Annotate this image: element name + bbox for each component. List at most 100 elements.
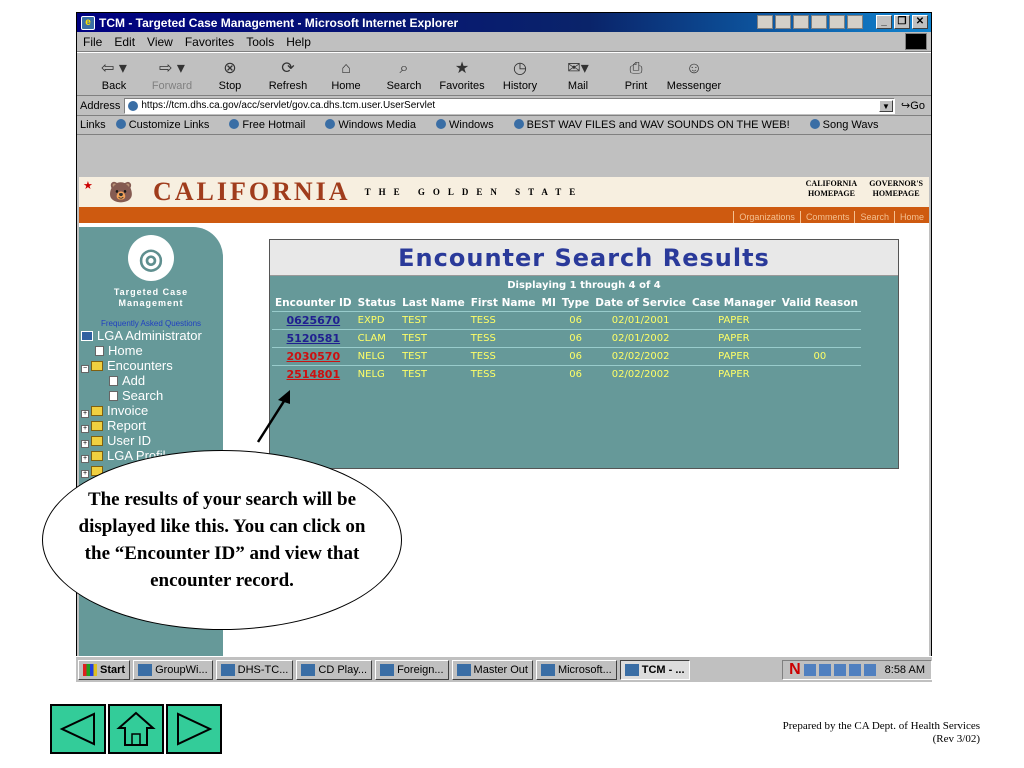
tray-icon[interactable]	[863, 663, 876, 676]
collapse-icon[interactable]: −	[81, 365, 89, 373]
nav-search[interactable]: Search	[854, 211, 894, 223]
open-folder-icon	[91, 361, 103, 371]
user-icon	[81, 331, 93, 341]
tray-icon[interactable]	[803, 663, 816, 676]
task-microsoft[interactable]: Microsoft...	[535, 659, 617, 680]
status-cell: NELG	[357, 351, 385, 362]
messenger-icon: ☺	[685, 60, 703, 77]
faq-link[interactable]: Frequently Asked Questions	[79, 319, 223, 328]
next-slide-button[interactable]	[166, 704, 222, 754]
link-windows-media[interactable]: Windows Media	[325, 119, 426, 131]
tray-icon[interactable]	[848, 663, 861, 676]
tray-icon[interactable]	[818, 663, 831, 676]
tree-item-admin[interactable]: LGA Administrator	[81, 328, 223, 343]
window-title: TCM - Targeted Case Management - Microso…	[99, 15, 459, 30]
link-windows[interactable]: Windows	[436, 119, 504, 131]
print-button[interactable]: ⎙ Print	[607, 58, 665, 95]
tray-app-icon[interactable]	[757, 15, 773, 29]
valid-reason-cell	[779, 366, 861, 384]
home-slide-button[interactable]	[108, 704, 164, 754]
tree-item-add[interactable]: Add	[81, 373, 223, 388]
tree-item-encounters[interactable]: − Encounters	[81, 358, 223, 373]
link-customize[interactable]: Customize Links	[115, 119, 220, 131]
history-button[interactable]: ◷ History	[491, 58, 549, 95]
expand-icon[interactable]: +	[81, 455, 89, 463]
tree-item-home[interactable]: Home	[81, 343, 223, 358]
callout-text: The results of your search will be displ…	[78, 489, 366, 591]
menu-tools[interactable]: Tools	[246, 35, 274, 49]
tray-app-icon[interactable]	[775, 15, 791, 29]
link-wav-files[interactable]: BEST WAV FILES and WAV SOUNDS ON THE WEB…	[513, 119, 800, 131]
nav-home[interactable]: Home	[893, 211, 929, 223]
california-homepage-link[interactable]: CALIFORNIA HOMEPAGE	[806, 179, 858, 199]
tree-item-report[interactable]: + Report	[81, 418, 223, 433]
encounter-id-link[interactable]: 0625670	[287, 314, 341, 327]
mi-cell	[539, 330, 559, 348]
menu-view[interactable]: View	[147, 35, 173, 49]
menu-file[interactable]: File	[83, 35, 102, 49]
favorites-button[interactable]: ★ Favorites	[433, 58, 491, 95]
nav-comments[interactable]: Comments	[799, 211, 855, 223]
close-button[interactable]: ✕	[912, 15, 928, 29]
col-last-name: Last Name	[402, 297, 465, 309]
link-hotmail[interactable]: Free Hotmail	[229, 119, 315, 131]
tray-icon[interactable]	[833, 663, 846, 676]
first-name-cell: TESS	[470, 351, 496, 362]
taskbar: Start GroupWi... DHS-TC... CD Play... Fo…	[76, 656, 932, 682]
ie-icon: e	[81, 15, 95, 30]
title-bar: e TCM - Targeted Case Management - Micro…	[77, 13, 931, 32]
tree-item-userid[interactable]: + User ID	[81, 433, 223, 448]
stop-icon: ⊗	[223, 60, 237, 77]
menu-edit[interactable]: Edit	[114, 35, 135, 49]
address-input[interactable]: https://tcm.dhs.ca.gov/acc/servlet/gov.c…	[124, 97, 895, 114]
status-cell: CLAM	[357, 333, 386, 344]
chevron-down-icon[interactable]: ▼	[879, 99, 893, 112]
expand-icon[interactable]: +	[81, 440, 89, 448]
task-groupwise[interactable]: GroupWi...	[133, 659, 213, 680]
task-dhs-tcm[interactable]: DHS-TC...	[215, 659, 294, 680]
tree-item-invoice[interactable]: + Invoice	[81, 403, 223, 418]
maximize-button[interactable]: ❐	[894, 15, 910, 29]
history-icon: ◷	[513, 60, 527, 77]
menu-help[interactable]: Help	[286, 35, 311, 49]
tray-app-icon[interactable]	[811, 15, 827, 29]
home-button[interactable]: ⌂ Home	[317, 58, 375, 95]
search-button[interactable]: ⌕ Search	[375, 58, 433, 95]
task-master-outline[interactable]: Master Out	[451, 659, 533, 680]
link-song-wavs[interactable]: Song Wavs	[809, 119, 889, 131]
task-foreign[interactable]: Foreign...	[375, 659, 449, 680]
encounter-id-link[interactable]: 2030570	[287, 350, 341, 363]
forward-button[interactable]: ⇨ ▾ Forward	[143, 58, 201, 95]
back-button[interactable]: ⇦ ▾ Back	[85, 58, 143, 95]
stop-button[interactable]: ⊗ Stop	[201, 58, 259, 95]
go-button[interactable]: ↪Go	[895, 99, 931, 112]
task-cd-player[interactable]: CD Play...	[296, 659, 373, 680]
start-button[interactable]: Start	[78, 659, 131, 680]
col-type: Type	[561, 297, 590, 309]
refresh-button[interactable]: ⟳ Refresh	[259, 58, 317, 95]
governors-homepage-link[interactable]: GOVERNOR'S HOMEPAGE	[869, 179, 923, 199]
tray-app-icon[interactable]	[829, 15, 845, 29]
expand-icon[interactable]: +	[81, 425, 89, 433]
expand-icon[interactable]: +	[81, 410, 89, 418]
tray-app-icon[interactable]	[793, 15, 809, 29]
tray-app-icon[interactable]	[847, 15, 863, 29]
link-icon	[513, 119, 524, 129]
menu-favorites[interactable]: Favorites	[185, 35, 234, 49]
netscape-icon[interactable]: N	[789, 661, 801, 679]
home-icon: ⌂	[341, 60, 351, 77]
messenger-button[interactable]: ☺ Messenger	[665, 58, 723, 95]
task-tcm[interactable]: TCM - ...	[619, 659, 690, 680]
mail-button[interactable]: ✉▾ Mail	[549, 58, 607, 95]
table-row: 2514801 NELG TEST TESS 06 02/02/2002 PAP…	[272, 365, 861, 384]
nav-organizations[interactable]: Organizations	[733, 211, 800, 223]
encounter-id-link[interactable]: 5120581	[287, 332, 341, 345]
encounter-id-link[interactable]: 2514801	[287, 368, 341, 381]
triangle-right-icon	[177, 712, 213, 746]
expand-icon[interactable]: +	[81, 470, 89, 478]
type-cell: 06	[569, 315, 582, 326]
search-icon: ⌕	[399, 60, 409, 77]
minimize-button[interactable]: _	[876, 15, 892, 29]
previous-slide-button[interactable]	[50, 704, 106, 754]
tree-item-search[interactable]: Search	[81, 388, 223, 403]
